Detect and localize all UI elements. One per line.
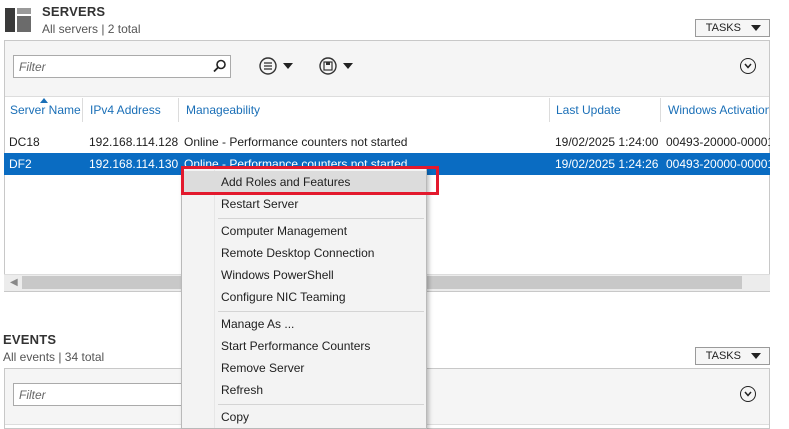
cell-activation: 00493-20000-00001	[666, 157, 770, 171]
servers-subtitle: All servers | 2 total	[42, 22, 141, 36]
menu-item-restart-server[interactable]: Restart Server	[182, 193, 426, 215]
tasks-label: TASKS	[705, 350, 741, 362]
cell-manageability: Online - Performance counters not starte…	[184, 135, 408, 149]
column-ipv4[interactable]: IPv4 Address	[90, 103, 161, 117]
servers-tasks-button[interactable]: TASKS	[695, 19, 770, 37]
chevron-down-icon	[343, 63, 353, 69]
cell-last-update: 19/02/2025 1:24:26	[555, 157, 659, 171]
chevron-down-icon	[751, 25, 761, 31]
menu-item-configure-nic-teaming[interactable]: Configure NIC Teaming	[182, 286, 426, 308]
menu-item-remote-desktop-connection[interactable]: Remote Desktop Connection	[182, 242, 426, 264]
menu-item-copy[interactable]: Copy	[182, 406, 426, 428]
tasks-label: TASKS	[705, 22, 741, 34]
servers-title: SERVERS	[42, 4, 106, 19]
column-divider[interactable]	[82, 98, 83, 122]
column-windows-activation[interactable]: Windows Activation	[668, 103, 769, 117]
context-menu: Add Roles and Features Restart Server Co…	[181, 167, 427, 429]
servers-section-icon	[5, 8, 31, 32]
servers-filter-input[interactable]: Filter	[13, 55, 231, 78]
menu-item-remove-server[interactable]: Remove Server	[182, 357, 426, 379]
chevron-down-icon	[751, 353, 761, 359]
chevron-down-icon	[283, 63, 293, 69]
cell-server-name: DF2	[9, 157, 32, 171]
column-server-name[interactable]: Server Name	[10, 103, 81, 117]
menu-item-refresh[interactable]: Refresh	[182, 379, 426, 401]
menu-separator	[218, 218, 424, 219]
filter-placeholder: Filter	[19, 387, 46, 402]
highlight-annotation-box	[181, 166, 439, 195]
column-last-update[interactable]: Last Update	[556, 103, 621, 117]
menu-item-start-performance-counters[interactable]: Start Performance Counters	[182, 335, 426, 357]
cell-activation: 00493-20000-00001	[666, 135, 770, 149]
cell-ipv4: 192.168.114.130	[89, 157, 179, 171]
chevron-down-icon	[744, 63, 752, 69]
column-divider[interactable]	[549, 98, 550, 122]
list-options-dropdown[interactable]	[259, 57, 293, 75]
expand-collapse-button[interactable]	[740, 58, 756, 74]
save-icon	[319, 57, 337, 75]
scroll-left-icon[interactable]: ◀	[10, 277, 18, 288]
column-divider[interactable]	[178, 98, 179, 122]
cell-server-name: DC18	[9, 135, 40, 149]
column-divider[interactable]	[660, 98, 661, 122]
events-subtitle: All events | 34 total	[3, 350, 105, 364]
events-title: EVENTS	[3, 332, 57, 347]
menu-item-computer-management[interactable]: Computer Management	[182, 220, 426, 242]
column-manageability[interactable]: Manageability	[186, 103, 260, 117]
search-icon[interactable]	[213, 59, 227, 73]
table-row[interactable]: DC18 192.168.114.128 Online - Performanc…	[4, 131, 770, 153]
cell-last-update: 19/02/2025 1:24:00	[555, 135, 659, 149]
menu-separator	[218, 404, 424, 405]
events-tasks-button[interactable]: TASKS	[695, 347, 770, 365]
menu-separator	[218, 311, 424, 312]
save-query-dropdown[interactable]	[319, 57, 353, 75]
list-icon	[259, 57, 277, 75]
events-expand-collapse-button[interactable]	[740, 386, 756, 402]
menu-item-manage-as[interactable]: Manage As ...	[182, 313, 426, 335]
menu-item-windows-powershell[interactable]: Windows PowerShell	[182, 264, 426, 286]
filter-placeholder: Filter	[19, 59, 46, 74]
chevron-down-icon	[744, 391, 752, 397]
cell-ipv4: 192.168.114.128	[89, 135, 179, 149]
